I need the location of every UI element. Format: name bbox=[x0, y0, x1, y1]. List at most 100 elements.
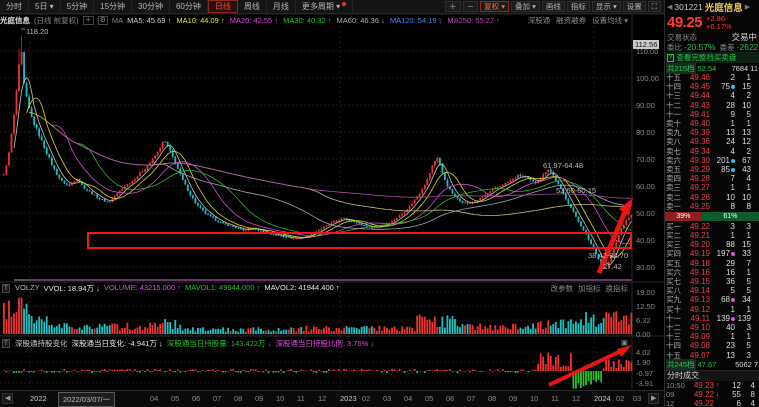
tool-icon[interactable]: T bbox=[2, 339, 10, 348]
sell-extra: 11 bbox=[750, 63, 758, 73]
indicator-axis-label: 4.02 bbox=[636, 348, 651, 357]
time-axis-tick: 09 bbox=[509, 394, 518, 403]
buy-total-vol: 5062 bbox=[735, 360, 752, 370]
ma-values: MA5: 45.69 ↑ MA10: 44.09 ↑ MA20: 42.55 ↑ MA… bbox=[127, 16, 500, 25]
date-box: 2022/03/07/一 bbox=[58, 392, 116, 407]
chart-annotation: 38.42-34.70 bbox=[588, 251, 629, 260]
time-axis-tick: 05 bbox=[425, 394, 434, 403]
volume-pane-header: T VOLZY VVOL: 18.94万 ↓ VOLUME: 43215.000 ↑… bbox=[2, 283, 340, 294]
add-indicator-icon[interactable]: ＋ bbox=[82, 16, 94, 25]
price-axis-label: 30.00 bbox=[636, 263, 655, 272]
trade-row: 12 49.22 6 4 bbox=[666, 399, 755, 407]
tool-icon[interactable]: T bbox=[2, 284, 10, 293]
trade-status-row: 交易状态 交易中 bbox=[665, 32, 759, 42]
time-axis-tick: 12 bbox=[572, 394, 581, 403]
period-tab-周线[interactable]: 周线 bbox=[238, 0, 267, 13]
time-axis: ◀ 2022/03/07/一 2022 04 05 06 07 08 09 10 11 12 202… bbox=[0, 390, 664, 407]
help-icon: ? bbox=[667, 53, 675, 62]
indicator-axis-label: -3.91 bbox=[636, 379, 654, 388]
buy-avg-price: 47.67 bbox=[697, 360, 717, 370]
period-tab-15分钟[interactable]: 15分钟 bbox=[94, 0, 133, 13]
price-axis-label: 40.00 bbox=[636, 236, 655, 245]
pane-header-field: MAVOL1: 49944.000 ↑ bbox=[185, 283, 261, 292]
scroll-right-button[interactable]: ▶ bbox=[648, 393, 660, 404]
period-tab-5分钟[interactable]: 5分钟 bbox=[61, 0, 95, 13]
stock-name: 光庭信息 bbox=[704, 2, 743, 14]
period-tab-60分钟[interactable]: 60分钟 bbox=[170, 0, 208, 13]
pane-header-field: VOLUME: 43215.000 ↑ bbox=[103, 283, 181, 292]
pane-link[interactable]: 加指标 bbox=[578, 283, 601, 294]
time-axis-tick: 07 bbox=[467, 394, 476, 403]
pane-header-field: VOLZY bbox=[14, 283, 40, 292]
buy-summary-row: 共245档 47.67 5062 7 bbox=[665, 359, 759, 371]
pane-link[interactable]: 改参数 bbox=[551, 283, 574, 294]
ma-group-label: MA bbox=[111, 16, 124, 25]
ma-value: MA5: 45.69 ↑ bbox=[127, 16, 172, 25]
buy-sell-ratio-bar: 39% 61% bbox=[665, 211, 759, 221]
period-tab-日线[interactable]: 日线 bbox=[207, 0, 238, 13]
tick-trades-header[interactable]: 分时成交 bbox=[665, 369, 759, 381]
time-axis-tick: 05 bbox=[171, 394, 180, 403]
order-row[interactable]: 卖一 49.25 8 8 bbox=[665, 202, 759, 211]
time-axis-tick: 02 bbox=[362, 394, 371, 403]
toolbar-button[interactable]: － bbox=[462, 1, 479, 12]
toolbar-button[interactable]: 复权 ▾ bbox=[480, 1, 510, 12]
pane-link[interactable]: 换指标 bbox=[606, 283, 629, 294]
pane-header-field: MAVOL2: 41944.400 ↑ bbox=[264, 283, 340, 292]
time-axis-tick: 11 bbox=[551, 394, 559, 403]
price-axis-label: 70.00 bbox=[636, 155, 655, 164]
price-axis-label: 90.00 bbox=[636, 101, 655, 110]
chart-annotation: 27.42 bbox=[603, 262, 622, 271]
time-axis-tick: 04 bbox=[150, 394, 159, 403]
ma-value: MA120: 54.19 ↓ bbox=[389, 16, 443, 25]
full-orderbook-link[interactable]: ? 查看完整档买卖盘 bbox=[665, 52, 759, 63]
toolbar-button[interactable]: 显示 ▾ bbox=[591, 1, 621, 12]
chart-header: 光庭信息 (日线 前复权) ＋ ⚙ MA MA5: 45.69 ↑ MA10: 4… bbox=[0, 15, 632, 26]
chart-symbol-name: 光庭信息 bbox=[0, 16, 30, 25]
time-axis-tick: 07 bbox=[213, 394, 222, 403]
ma-value: MA20: 42.55 ↑ bbox=[229, 16, 279, 25]
volume-axis-label: 12.50 bbox=[636, 302, 655, 311]
gear-icon[interactable]: ⚙ bbox=[97, 16, 108, 25]
weicha-label: 委差 bbox=[719, 42, 735, 52]
header-link[interactable]: 设置均线 ▾ bbox=[592, 15, 628, 26]
toolbar-button[interactable]: ＋ bbox=[445, 1, 461, 12]
period-tab-更多周期[interactable]: 更多周期 ▾ bbox=[296, 0, 354, 13]
toolbar-button[interactable]: 设置 bbox=[622, 1, 646, 12]
pane-header-field: 深股通持股变化 bbox=[14, 339, 68, 348]
time-axis-tick: 08 bbox=[488, 394, 497, 403]
indicator-pane-expand[interactable]: ▣ bbox=[621, 338, 628, 347]
period-tab-30分钟[interactable]: 30分钟 bbox=[132, 0, 170, 13]
toolbar-button[interactable]: 画线 bbox=[541, 1, 565, 12]
weicha-value: -2622 bbox=[736, 42, 759, 52]
price-axis-label: 50.00 bbox=[636, 209, 655, 218]
time-axis-tick: 10 bbox=[530, 394, 539, 403]
ma-value: MA30: 40.32 ↑ bbox=[283, 16, 332, 25]
toolbar-button[interactable]: ⛶ bbox=[647, 1, 661, 12]
header-link[interactable]: 融资融券 bbox=[556, 15, 586, 26]
price-axis-label: 100.00 bbox=[636, 74, 659, 83]
period-toolbar: 分时 5日 ▾ 5分钟 15分钟 30分钟 60分钟 日线 周线 月线 更多周期 ▾ ＋－复权 ▾… bbox=[0, 0, 664, 14]
ma-value: MA60: 46.36 ↓ bbox=[336, 16, 385, 25]
toolbar-button[interactable]: 指标 bbox=[566, 1, 590, 12]
time-axis-tick: 04 bbox=[404, 394, 413, 403]
time-axis-tick: 06 bbox=[446, 394, 455, 403]
price-change-pct: +6.17% bbox=[706, 21, 732, 31]
prev-stock-icon[interactable]: ◀ bbox=[667, 3, 672, 11]
price-axis-label: 80.00 bbox=[636, 128, 655, 137]
period-tab-月线[interactable]: 月线 bbox=[267, 0, 296, 13]
pane-header-field: 深股通当日变化: -4.941万 ↓ bbox=[71, 339, 163, 348]
time-axis-tick: 2022 bbox=[30, 394, 47, 403]
time-axis-tick: 11 bbox=[297, 394, 305, 403]
period-tab-5日[interactable]: 5日 ▾ bbox=[29, 0, 61, 13]
scroll-left-button[interactable]: ◀ bbox=[2, 393, 14, 404]
buy-ratio: 39% bbox=[665, 211, 702, 221]
header-link[interactable]: 深股通 bbox=[528, 15, 551, 26]
toolbar-button[interactable]: 叠加 ▾ bbox=[511, 1, 540, 12]
axis-max-price-tag: 112.56 bbox=[633, 40, 660, 49]
period-tab-分时[interactable]: 分时 bbox=[0, 0, 29, 13]
next-stock-icon[interactable]: ▶ bbox=[745, 3, 750, 11]
buy-depth-tag: 共245档 bbox=[666, 359, 696, 371]
last-price: 49.25 bbox=[667, 14, 703, 31]
weibi-value: -20.57% bbox=[684, 42, 716, 52]
